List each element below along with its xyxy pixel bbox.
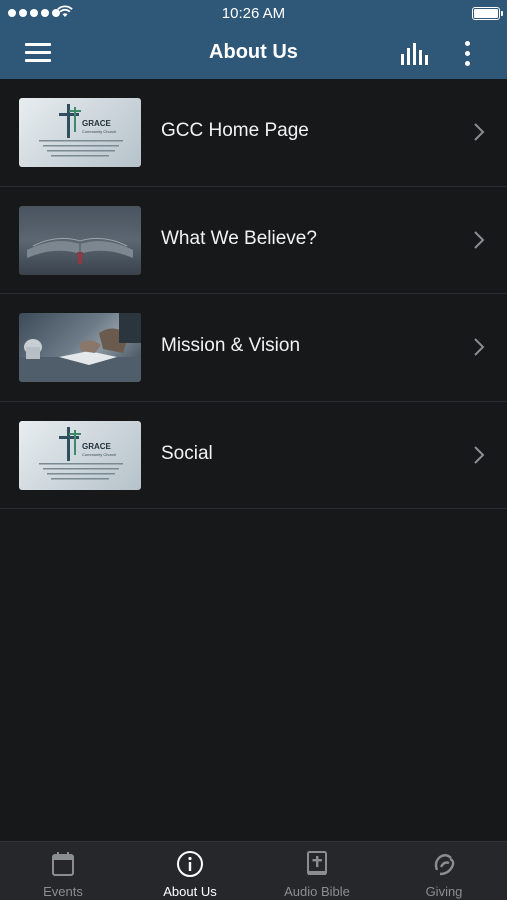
navigation-bar: About Us	[0, 28, 507, 79]
tab-label: Audio Bible	[284, 884, 350, 899]
giving-icon	[434, 854, 455, 876]
list-item-label: What We Believe?	[161, 227, 317, 249]
open-bible-thumbnail	[19, 205, 141, 275]
grace-logo-thumbnail: GRACE Community Church	[19, 98, 141, 167]
tab-label: Giving	[425, 884, 463, 899]
list-item-gcc-home-page[interactable]: GRACE Community Church GCC Home Page	[0, 79, 507, 187]
list-item-label: Mission & Vision	[161, 335, 301, 356]
tab-label: About Us	[163, 884, 217, 899]
chevron-right-icon	[474, 123, 485, 141]
chevron-right-icon	[474, 445, 485, 464]
status-bar: 10:26 AM	[0, 0, 507, 28]
list-item-label: Social	[161, 442, 213, 464]
list-item-social[interactable]: GRACE Community Church Social	[0, 402, 507, 509]
people-at-table-thumbnail	[19, 313, 141, 382]
tab-audio-bible[interactable]: Audio Bible	[254, 842, 380, 900]
tab-about-us[interactable]: About Us	[127, 842, 253, 900]
bottom-tab-bar: Events About Us Audio Bible Giving	[0, 841, 507, 900]
list-item-what-we-believe[interactable]: What We Believe?	[0, 187, 507, 294]
audio-player-button[interactable]	[398, 40, 432, 68]
tab-events[interactable]: Events	[0, 842, 126, 900]
info-icon	[177, 851, 203, 877]
tab-giving[interactable]: Giving	[381, 842, 507, 900]
status-time: 10:26 AM	[221, 5, 286, 22]
calendar-icon	[52, 852, 74, 876]
grace-logo-text: GRACE	[82, 119, 111, 128]
list-item-mission-vision[interactable]: Mission & Vision	[0, 294, 507, 402]
chevron-right-icon	[474, 338, 485, 356]
more-options-button[interactable]	[456, 38, 480, 70]
grace-logo-text: GRACE	[82, 441, 111, 451]
header: 10:26 AM About Us	[0, 0, 507, 79]
grace-logo-subtext: Community Church	[82, 129, 117, 134]
chevron-right-icon	[474, 230, 485, 249]
menu-button[interactable]	[22, 40, 54, 66]
tab-label: Events	[43, 884, 83, 899]
grace-logo-thumbnail: GRACE Community Church	[19, 420, 141, 490]
bible-icon	[307, 851, 327, 875]
grace-logo-subtext: Community Church	[82, 451, 117, 457]
battery-icon	[472, 7, 503, 20]
list-item-label: GCC Home Page	[161, 120, 309, 141]
about-us-list: GRACE Community Church GCC Home Page Wha…	[0, 79, 507, 509]
